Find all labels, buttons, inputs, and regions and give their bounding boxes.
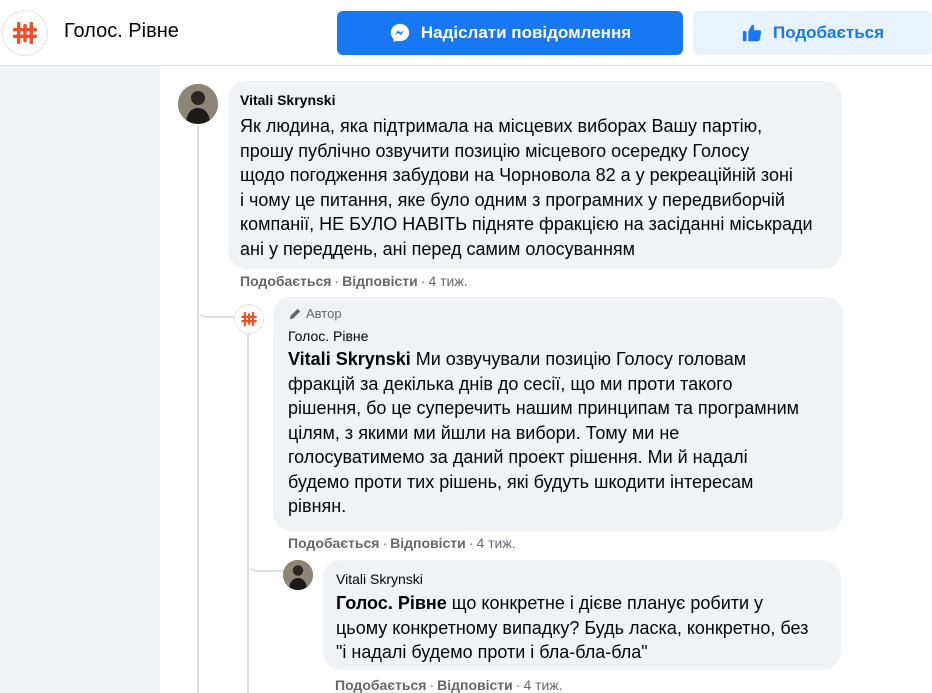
avatar[interactable] (283, 560, 313, 590)
page-logo[interactable] (2, 10, 48, 56)
comment-line: рівнян. (288, 496, 347, 516)
comment-line: "і надалі будемо проти і бла-бла-бла" (336, 642, 648, 662)
messenger-icon (390, 23, 410, 43)
comment-line: цьому конкретному випадку? Будь ласка, к… (336, 617, 809, 638)
comment-text: Голос. Рівне що конкретне і дієве планує… (336, 591, 828, 665)
comment-author[interactable]: Vitali Skrynski (240, 91, 830, 109)
comment-text: Як людина, яка підтримала на місцевих ви… (240, 114, 830, 261)
comment-line: будемо проти тих рішень, які будуть шкод… (288, 471, 754, 492)
thread-connector (247, 556, 285, 572)
comment-line: рішення, бо це суперечить нашим принципа… (288, 398, 799, 418)
mention-link[interactable]: Vitali Skrynski (288, 349, 411, 369)
comment-line-text: що конкретне і дієве планує робити у (446, 593, 764, 613)
comment-line: цілям, з якими ми йшли на вибори. Тому м… (288, 422, 680, 443)
like-page-button[interactable]: Подобається (693, 11, 932, 55)
like-comment-button[interactable]: Подобається (335, 677, 426, 693)
comment-time[interactable]: 4 тиж. (476, 535, 515, 551)
avatar[interactable] (178, 84, 218, 124)
thread-line (197, 126, 199, 693)
mention-link[interactable]: Голос. Рівне (336, 593, 447, 613)
comment-line: і чому це питання, яке було одним з прог… (240, 189, 785, 210)
page-title[interactable]: Голос. Рівне (64, 20, 179, 43)
comment-actions: Подобається · Відповісти · 4 тиж. (335, 677, 563, 693)
person-avatar-icon (283, 560, 313, 590)
send-message-label: Надіслати повідомлення (420, 23, 632, 42)
separator: · (420, 273, 426, 289)
comment-line: компанії, НЕ БУЛО НАВІТЬ підняте фракціє… (240, 214, 813, 234)
comment-actions: Подобається · Відповісти · 4 тиж. (288, 535, 516, 551)
reply-button[interactable]: Відповісти (437, 677, 513, 693)
author-badge: Автор (288, 306, 828, 322)
like-comment-button[interactable]: Подобається (240, 273, 331, 289)
golos-logo-icon (241, 311, 257, 327)
thread-line (247, 334, 249, 693)
comment-line: ані у переддень, ані перед самим олосува… (240, 238, 636, 259)
separator: · (468, 535, 474, 551)
separator: · (429, 677, 435, 693)
reply-button[interactable]: Відповісти (390, 535, 466, 551)
comment-author[interactable]: Vitali Skrynski (336, 570, 828, 588)
thread-connector (197, 296, 237, 318)
comment-author[interactable]: Голос. Рівне (288, 327, 828, 345)
comment-line: прошу публічно озвучити позицію місцевог… (240, 140, 750, 161)
author-badge-label: Автор (306, 306, 342, 321)
like-comment-button[interactable]: Подобається (288, 535, 379, 551)
comment-line: голосуватимемо за даний проект рішення. … (288, 447, 748, 467)
like-page-label: Подобається (772, 23, 885, 42)
comment-time[interactable]: 4 тиж. (428, 273, 467, 289)
separator: · (334, 273, 340, 289)
comment-actions: Подобається · Відповісти · 4 тиж. (240, 273, 468, 289)
reply-button[interactable]: Відповісти (342, 273, 418, 289)
comment-line: Голос. Рівне що конкретне і дієве планує… (336, 591, 828, 616)
comment-line-text: Ми озвучували позицію Голосу головам (410, 349, 747, 369)
comment-line: щодо погодження забудови на Чорновола 82… (240, 165, 793, 185)
comment-line: Vitali Skrynski Ми озвучували позицію Го… (288, 347, 828, 372)
golos-logo-icon (13, 22, 37, 44)
page-header: Голос. Рівне Надіслати повідомлення Подо… (0, 0, 932, 66)
person-avatar-icon (178, 84, 218, 124)
send-message-button[interactable]: Надіслати повідомлення (337, 11, 683, 55)
comment-text: Vitali Skrynski Ми озвучували позицію Го… (288, 347, 828, 519)
separator: · (515, 677, 521, 693)
comments-feed: Vitali Skrynski Як людина, яка підтримал… (160, 66, 932, 693)
pencil-icon (289, 308, 301, 320)
comment-bubble: Vitali Skrynski Як людина, яка підтримал… (228, 81, 842, 269)
comment-line: Як людина, яка підтримала на місцевих ви… (240, 116, 763, 136)
comment-bubble: Vitali Skrynski Голос. Рівне що конкретн… (323, 560, 841, 670)
comment-line: фракцій за декілька днів до сесії, що ми… (288, 373, 733, 394)
comment-time[interactable]: 4 тиж. (523, 677, 562, 693)
avatar[interactable] (234, 304, 264, 334)
comment-bubble: Автор Голос. Рівне Vitali Skrynski Ми оз… (273, 297, 843, 531)
separator: · (382, 535, 388, 551)
thumbs-up-icon (742, 24, 762, 42)
